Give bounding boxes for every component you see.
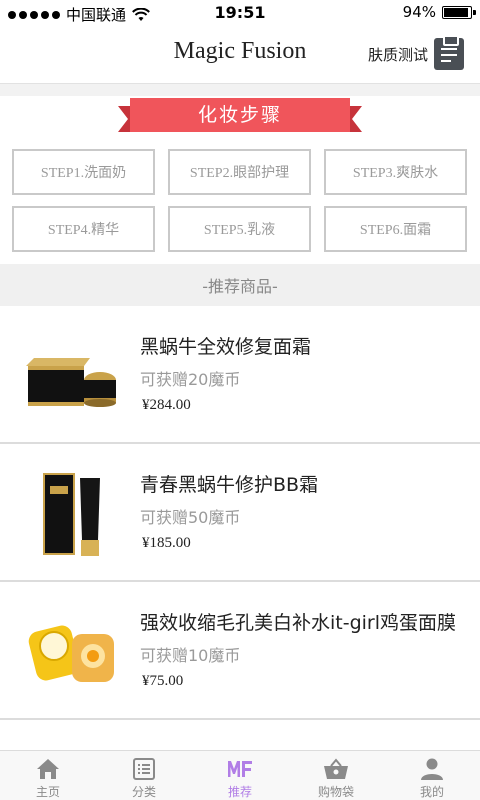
step-5-button[interactable]: STEP5.乳液: [168, 206, 311, 252]
egg-mask-image: [28, 625, 114, 682]
tab-recommend-label: 推荐: [227, 785, 252, 799]
skin-test-label: 肤质测试: [367, 45, 428, 64]
status-bar: 中国联通 19:51 94%: [0, 0, 480, 26]
product-price: ¥284.00: [142, 397, 191, 413]
basket-icon: [324, 758, 348, 779]
home-icon: [37, 759, 59, 779]
tab-mine[interactable]: 我的: [384, 751, 480, 800]
bottom-tab-bar: 主页 分类 推荐 购物袋 我的: [0, 750, 480, 800]
tab-category[interactable]: 分类: [96, 751, 192, 800]
step-grid: STEP1.洗面奶 STEP2.眼部护理 STEP3.爽肤水 STEP4.精华 …: [12, 149, 467, 252]
app-header: Magic Fusion 肤质测试: [0, 26, 480, 84]
product-reward: 可获赠20魔币: [140, 370, 241, 389]
tab-category-label: 分类: [131, 785, 156, 799]
makeup-steps-section: 化妆步骤 STEP1.洗面奶 STEP2.眼部护理 STEP3.爽肤水 STEP…: [0, 84, 480, 264]
product-item[interactable]: 强效收缩毛孔美白补水it-girl鸡蛋面膜 可获赠10魔币 ¥75.00: [0, 582, 480, 720]
tab-home-label: 主页: [35, 785, 60, 799]
product-item[interactable]: 黑蜗牛全效修复面霜 可获赠20魔币 ¥284.00: [0, 306, 480, 444]
steps-banner: 化妆步骤: [118, 98, 362, 132]
step-2-button[interactable]: STEP2.眼部护理: [168, 149, 311, 195]
product-name: 强效收缩毛孔美白补水it-girl鸡蛋面膜: [140, 612, 457, 634]
battery-percent: 94%: [402, 3, 436, 21]
tab-mine-label: 我的: [419, 785, 444, 799]
battery-status: 94%: [402, 3, 476, 21]
list-icon: [133, 758, 155, 780]
mf-logo-icon: [228, 761, 252, 777]
tab-shopping-bag[interactable]: 购物袋: [288, 751, 384, 800]
step-3-button[interactable]: STEP3.爽肤水: [324, 149, 467, 195]
battery-icon: [442, 5, 476, 19]
product-reward: 可获赠10魔币: [140, 646, 241, 665]
tab-shopping-bag-label: 购物袋: [317, 785, 354, 799]
clipboard-icon: [434, 35, 464, 70]
step-1-button[interactable]: STEP1.洗面奶: [12, 149, 155, 195]
product-list: 黑蜗牛全效修复面霜 可获赠20魔币 ¥284.00 青春黑蜗牛修护BB霜 可获赠…: [0, 306, 480, 720]
step-4-button[interactable]: STEP4.精华: [12, 206, 155, 252]
night-cream-image: [26, 358, 116, 407]
product-name: 黑蜗牛全效修复面霜: [140, 336, 312, 358]
steps-banner-title: 化妆步骤: [130, 98, 350, 132]
user-icon: [421, 758, 443, 780]
tab-home[interactable]: 主页: [0, 751, 96, 800]
recommend-header: -推荐商品-: [0, 264, 480, 306]
product-name: 青春黑蜗牛修护BB霜: [140, 474, 319, 496]
product-item[interactable]: 青春黑蜗牛修护BB霜 可获赠50魔币 ¥185.00: [0, 444, 480, 582]
skin-test-button[interactable]: 肤质测试: [367, 35, 464, 70]
product-price: ¥75.00: [142, 673, 184, 689]
step-6-button[interactable]: STEP6.面霜: [324, 206, 467, 252]
product-price: ¥185.00: [142, 535, 191, 551]
bb-cream-image: [43, 473, 100, 556]
product-reward: 可获赠50魔币: [140, 508, 241, 527]
tab-recommend[interactable]: 推荐: [192, 751, 288, 800]
